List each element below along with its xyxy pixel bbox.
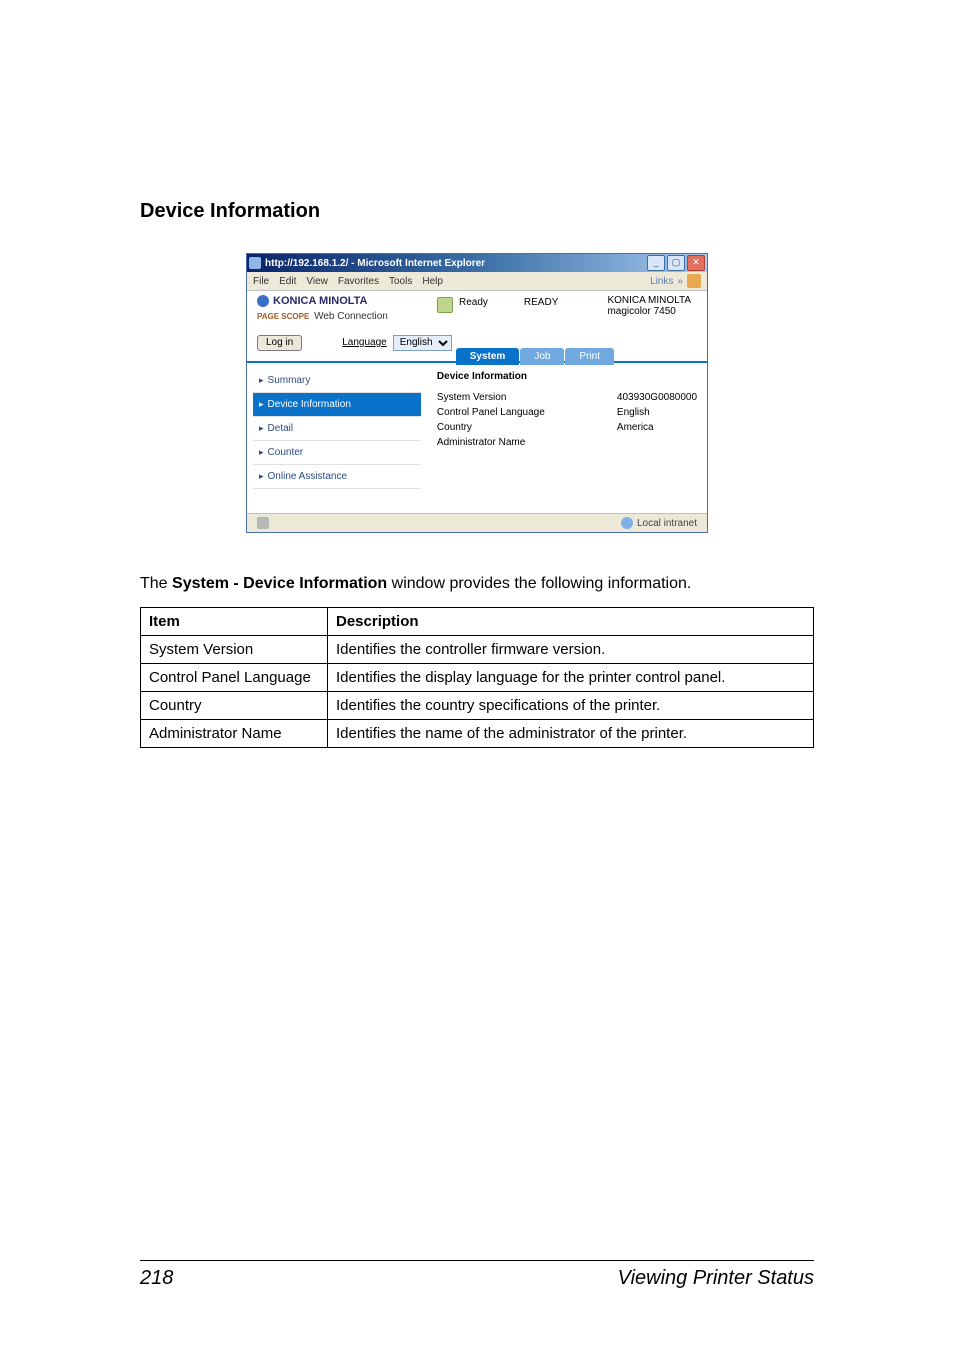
tab-print[interactable]: Print	[565, 348, 614, 365]
menu-tools[interactable]: Tools	[389, 276, 412, 287]
menu-help[interactable]: Help	[422, 276, 443, 287]
cell-desc: Identifies the display language for the …	[328, 663, 814, 691]
content-pane: Device Information System Version 403930…	[427, 363, 707, 513]
model-brand: KONICA MINOLTA	[607, 295, 691, 306]
ie-icon	[249, 257, 261, 269]
login-button[interactable]: Log in	[257, 335, 302, 351]
page-heading: Device Information	[140, 200, 814, 223]
row-sysver-label: System Version	[437, 392, 577, 403]
cell-item: Administrator Name	[141, 719, 328, 747]
menu-view[interactable]: View	[306, 276, 328, 287]
table-row: Control Panel Language Identifies the di…	[141, 663, 814, 691]
table-row: Administrator Name Identifies the name o…	[141, 719, 814, 747]
row-cpl-label: Control Panel Language	[437, 407, 577, 418]
row-sysver-value: 403930G0080000	[617, 392, 697, 403]
cell-desc: Identifies the controller firmware versi…	[328, 635, 814, 663]
cell-item: Country	[141, 691, 328, 719]
maximize-button[interactable]: ▢	[667, 255, 685, 271]
language-select[interactable]: English	[393, 335, 452, 351]
brand-logo: KONICA MINOLTA	[257, 295, 437, 307]
tab-system[interactable]: System	[456, 348, 520, 365]
row-cpl-value: English	[617, 407, 650, 418]
model-name: magicolor 7450	[607, 306, 691, 317]
table-row: System Version Identifies the controller…	[141, 635, 814, 663]
nav-online-assistance[interactable]: Online Assistance	[253, 465, 421, 489]
menu-edit[interactable]: Edit	[279, 276, 296, 287]
cell-desc: Identifies the name of the administrator…	[328, 719, 814, 747]
status-bar: Local intranet	[247, 513, 707, 532]
menu-file[interactable]: File	[253, 276, 269, 287]
menu-favorites[interactable]: Favorites	[338, 276, 379, 287]
content-title: Device Information	[437, 371, 697, 382]
nav-detail[interactable]: Detail	[253, 417, 421, 441]
page-number: 218	[140, 1267, 173, 1290]
links-label: Links	[650, 276, 673, 287]
brand-text: KONICA MINOLTA	[273, 295, 368, 307]
cell-item: Control Panel Language	[141, 663, 328, 691]
logo-dot-icon	[257, 295, 269, 307]
minimize-button[interactable]: _	[647, 255, 665, 271]
window-titlebar: http://192.168.1.2/ - Microsoft Internet…	[247, 254, 707, 272]
cell-desc: Identifies the country specifications of…	[328, 691, 814, 719]
row-admin-label: Administrator Name	[437, 437, 577, 448]
row-country-value: America	[617, 422, 654, 433]
printer-icon	[437, 297, 453, 313]
status-large: READY	[524, 297, 558, 308]
close-button[interactable]: ✕	[687, 255, 705, 271]
description-paragraph: The System - Device Information window p…	[140, 573, 814, 595]
row-country-label: Country	[437, 422, 577, 433]
footer-section: Viewing Printer Status	[618, 1267, 814, 1290]
menu-bar: File Edit View Favorites Tools Help Link…	[247, 272, 707, 291]
col-item: Item	[141, 607, 328, 635]
zone-label: Local intranet	[637, 518, 697, 529]
table-row: Country Identifies the country specifica…	[141, 691, 814, 719]
nav-summary[interactable]: Summary	[253, 369, 421, 393]
status-left-icon	[257, 517, 269, 529]
description-table: Item Description System Version Identifi…	[140, 607, 814, 748]
ie-window: http://192.168.1.2/ - Microsoft Internet…	[246, 253, 708, 533]
pagescope-label: PAGE SCOPE Web Connection	[257, 311, 437, 322]
window-title: http://192.168.1.2/ - Microsoft Internet…	[265, 258, 647, 269]
status-small: Ready	[459, 297, 488, 308]
tab-job[interactable]: Job	[520, 348, 564, 365]
pagescope-prefix: PAGE SCOPE	[257, 312, 309, 321]
nav-counter[interactable]: Counter	[253, 441, 421, 465]
page-footer: 218 Viewing Printer Status	[140, 1260, 814, 1290]
flag-icon	[687, 274, 701, 288]
side-nav: Summary Device Information Detail Counte…	[247, 363, 427, 513]
language-label: Language	[342, 337, 387, 348]
col-description: Description	[328, 607, 814, 635]
zone-icon	[621, 517, 633, 529]
nav-device-information[interactable]: Device Information	[253, 393, 421, 417]
cell-item: System Version	[141, 635, 328, 663]
